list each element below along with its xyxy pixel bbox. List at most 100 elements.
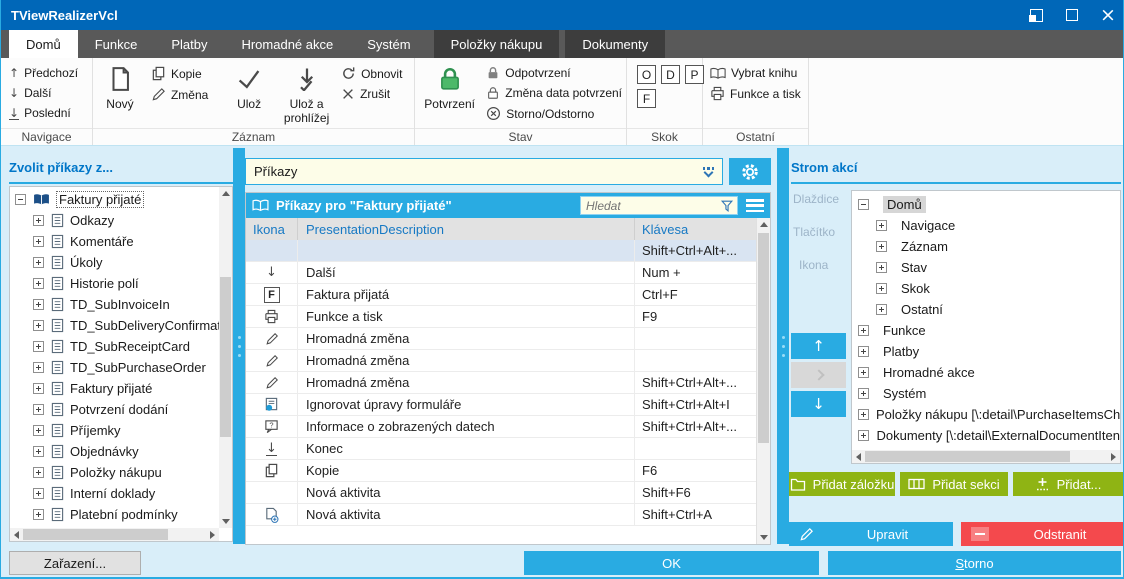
expand-expander-icon[interactable]	[33, 467, 44, 478]
tab-polozky-nakupu[interactable]: Položky nákupu	[433, 30, 560, 58]
zrusit-button[interactable]: Zrušit	[341, 87, 410, 101]
expand-expander-icon[interactable]	[33, 299, 44, 310]
left-tree-vertical-scrollbar[interactable]	[219, 187, 232, 528]
tree-item-domu[interactable]: Domů	[852, 194, 1120, 215]
scroll-left-icon[interactable]	[852, 450, 865, 463]
tree-item[interactable]: TD_SubReceiptCard	[10, 336, 219, 357]
potvrzeni-button[interactable]: Potvrzení	[419, 63, 480, 128]
table-menu-icon[interactable]	[744, 197, 766, 214]
remove-button[interactable]: Odstranit	[961, 522, 1123, 546]
tree-item[interactable]: Funkce	[852, 320, 1120, 341]
left-splitter[interactable]	[233, 148, 245, 544]
expand-expander-icon[interactable]	[876, 262, 887, 273]
expand-expander-icon[interactable]	[33, 236, 44, 247]
table-row[interactable]: Hromadná změna Shift+Ctrl+Alt+...	[246, 372, 756, 394]
tree-item[interactable]: Platby	[852, 341, 1120, 362]
tree-item[interactable]: Dokumenty [\:detail\ExternalDocumentIten	[852, 425, 1120, 446]
jump-f-button[interactable]: F	[637, 89, 656, 108]
posledni-button[interactable]: ↓ Poslední	[9, 106, 78, 120]
tree-item[interactable]: Ostatní	[852, 299, 1120, 320]
odpotvrzeni-button[interactable]: Odpotvrzení	[486, 66, 622, 80]
right-splitter[interactable]	[777, 148, 789, 544]
jump-p-button[interactable]: P	[685, 65, 704, 84]
tree-item[interactable]: Položky nákupu	[10, 462, 219, 483]
tab-platby[interactable]: Platby	[154, 30, 224, 58]
expand-expander-icon[interactable]	[876, 304, 887, 315]
tree-item[interactable]: Systém	[852, 383, 1120, 404]
tab-hromadne-akce[interactable]: Hromadné akce	[224, 30, 350, 58]
table-row[interactable]: ? Informace o zobrazených datech Shift+Ctr…	[246, 416, 756, 438]
funkce-a-tisk-button[interactable]: Funkce a tisk	[710, 86, 801, 101]
tree-item[interactable]: Hromadné akce	[852, 362, 1120, 383]
column-header-klavesa[interactable]: Klávesa	[635, 218, 756, 240]
scroll-right-icon[interactable]	[1107, 450, 1120, 463]
tree-item[interactable]: TD_SubDeliveryConfirmat	[10, 315, 219, 336]
ok-button[interactable]: OK	[524, 551, 819, 575]
table-row[interactable]: Hromadná změna	[246, 328, 756, 350]
zmena-data-potvrzeni-button[interactable]: Změna data potvrzení	[486, 86, 622, 100]
expand-expander-icon[interactable]	[33, 383, 44, 394]
search-input[interactable]	[581, 198, 720, 213]
obnovit-button[interactable]: Obnovit	[341, 66, 410, 81]
add-section-button[interactable]: Přidat sekci	[900, 472, 1008, 496]
tree-item[interactable]: TD_SubInvoiceIn	[10, 294, 219, 315]
scroll-up-icon[interactable]	[757, 218, 770, 231]
dalsi-button[interactable]: ↓ Další	[9, 86, 78, 100]
table-row[interactable]: Shift+Ctrl+Alt+...	[246, 240, 756, 262]
expand-expander-icon[interactable]	[33, 362, 44, 373]
tree-item[interactable]: Historie polí	[10, 273, 219, 294]
settings-button[interactable]	[729, 158, 771, 185]
scroll-right-icon[interactable]	[206, 528, 219, 541]
tree-item[interactable]: Stav	[852, 257, 1120, 278]
table-vertical-scrollbar[interactable]	[756, 218, 770, 544]
zmena-button[interactable]: Změna	[151, 87, 218, 102]
tree-item[interactable]: Platební podmínky	[10, 504, 219, 525]
uloz-button[interactable]: Ulož	[226, 63, 272, 128]
table-row[interactable]: Hromadná změna	[246, 350, 756, 372]
jump-d-button[interactable]: D	[661, 65, 680, 84]
table-row[interactable]: F Faktura přijatá Ctrl+F	[246, 284, 756, 306]
expand-expander-icon[interactable]	[33, 404, 44, 415]
kopie-button[interactable]: Kopie	[151, 66, 218, 81]
expand-expander-icon[interactable]	[858, 346, 869, 357]
predchozi-button[interactable]: ↑ Předchozí	[9, 66, 78, 80]
expand-expander-icon[interactable]	[858, 430, 869, 441]
expand-expander-icon[interactable]	[876, 220, 887, 231]
tree-item[interactable]: Skok	[852, 278, 1120, 299]
tree-item[interactable]: Navigace	[852, 215, 1120, 236]
restore-icon[interactable]	[1025, 4, 1047, 26]
expand-expander-icon[interactable]	[33, 278, 44, 289]
left-tree-horizontal-scrollbar[interactable]	[10, 528, 219, 541]
expand-expander-icon[interactable]	[858, 367, 869, 378]
action-tree-horizontal-scrollbar[interactable]	[852, 450, 1120, 463]
table-row[interactable]: Kopie F6	[246, 460, 756, 482]
expand-expander-icon[interactable]	[876, 241, 887, 252]
move-right-button[interactable]	[791, 362, 846, 388]
add-tab-button[interactable]: Přidat záložku	[789, 472, 895, 496]
table-row[interactable]: Funkce a tisk F9	[246, 306, 756, 328]
scroll-left-icon[interactable]	[10, 528, 23, 541]
tree-item[interactable]: Záznam	[852, 236, 1120, 257]
table-row[interactable]: ↓ Další Num +	[246, 262, 756, 284]
move-up-button[interactable]: ↑	[791, 333, 846, 359]
expand-expander-icon[interactable]	[33, 341, 44, 352]
expand-expander-icon[interactable]	[33, 215, 44, 226]
table-row[interactable]: Ignorovat úpravy formuláře Shift+Ctrl+Alt…	[246, 394, 756, 416]
tree-item[interactable]: TD_SubPurchaseOrder	[10, 357, 219, 378]
column-header-ikona[interactable]: Ikona	[246, 218, 298, 240]
close-icon[interactable]: ×	[1097, 4, 1119, 26]
expand-expander-icon[interactable]	[858, 388, 869, 399]
tree-item[interactable]: Položky nákupu [\:detail\PurchaseItemsCh…	[852, 404, 1120, 425]
combo-dropdown-icon[interactable]	[702, 167, 714, 178]
expand-expander-icon[interactable]	[858, 325, 869, 336]
expand-expander-icon[interactable]	[33, 446, 44, 457]
table-row[interactable]: ↓ Konec	[246, 438, 756, 460]
maximize-icon[interactable]	[1061, 4, 1083, 26]
table-row[interactable]: Nová aktivita Shift+F6	[246, 482, 756, 504]
table-row[interactable]: Nová aktivita Shift+Ctrl+A	[246, 504, 756, 526]
vybrat-knihu-button[interactable]: Vybrat knihu	[710, 66, 801, 80]
tab-domu[interactable]: Domů	[9, 30, 78, 58]
tab-dokumenty[interactable]: Dokumenty	[565, 30, 666, 58]
tree-item[interactable]: Úkoly	[10, 252, 219, 273]
move-down-button[interactable]: ↓	[791, 391, 846, 417]
